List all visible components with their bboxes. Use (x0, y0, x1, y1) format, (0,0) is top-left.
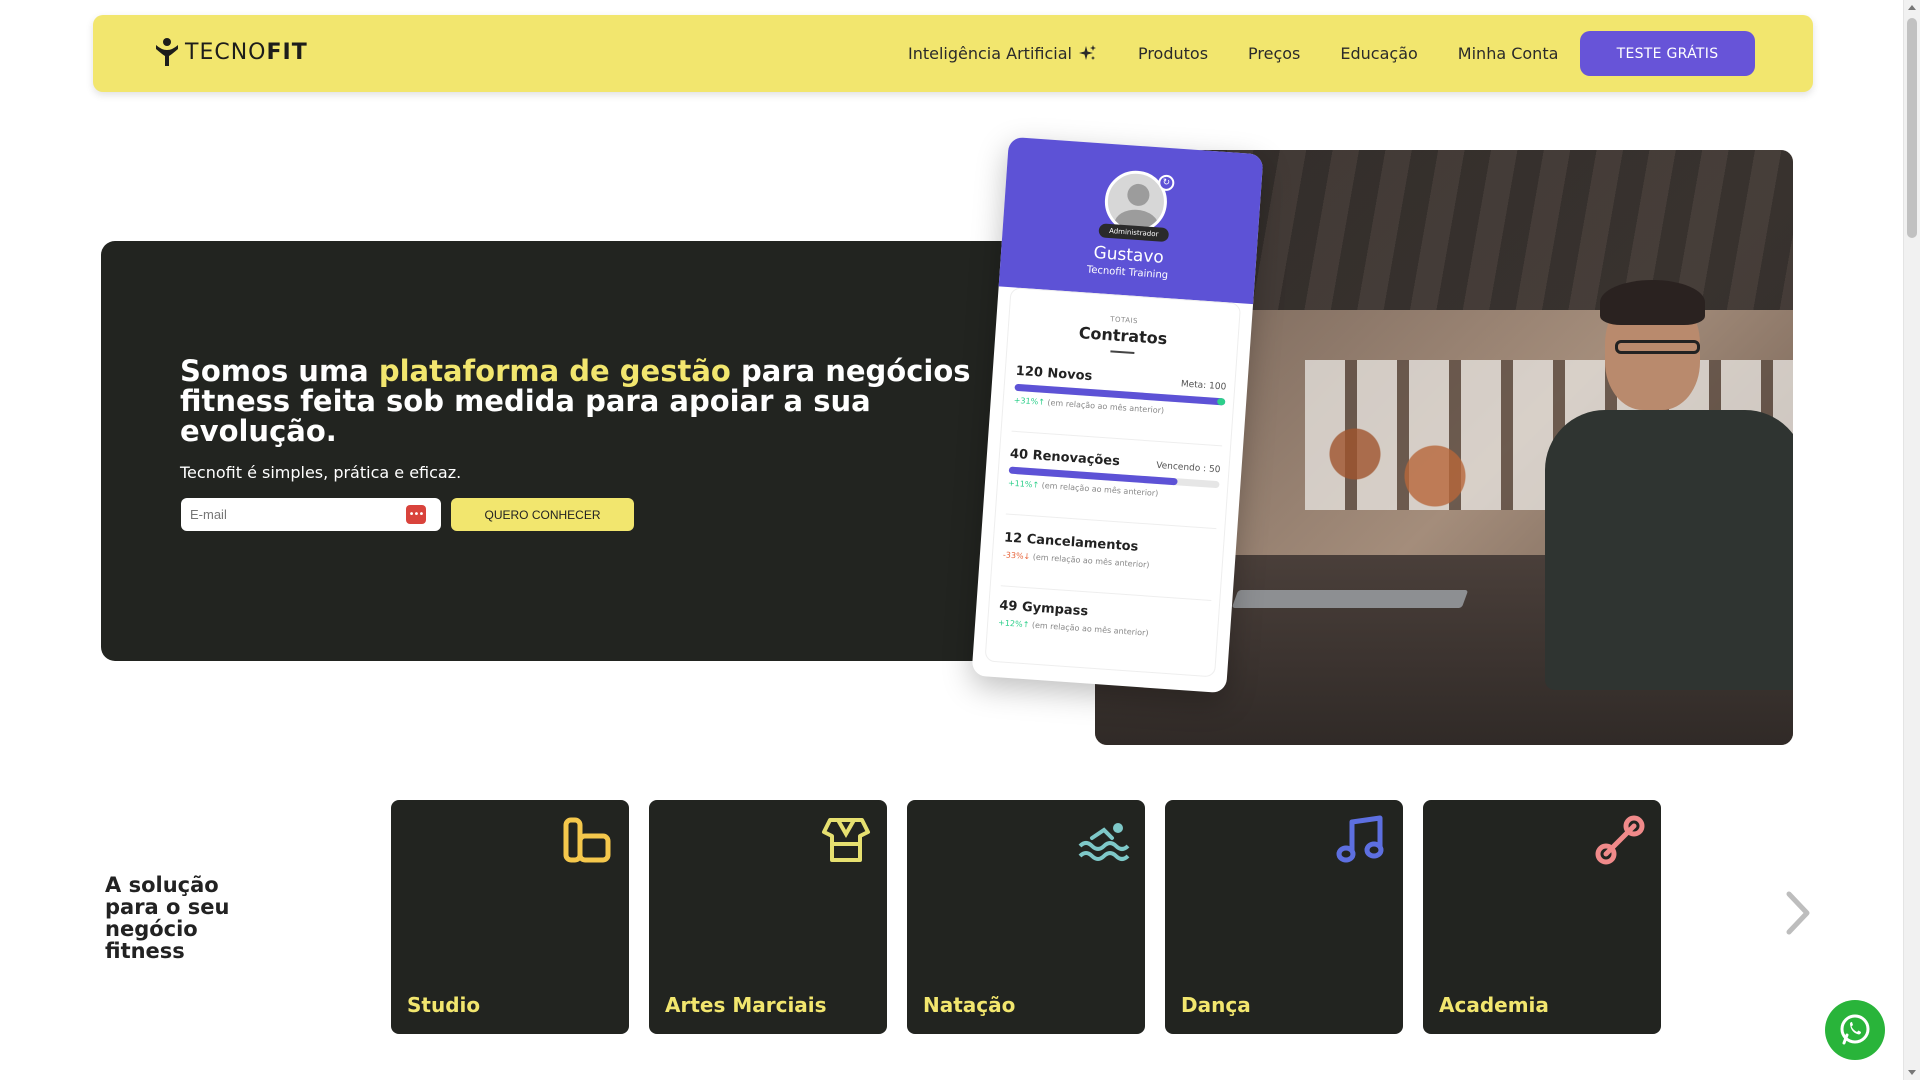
music-note-icon (1336, 815, 1384, 863)
chevron-right-icon[interactable] (1783, 890, 1813, 936)
stat-label: 49 Gympass (998, 598, 1089, 620)
stat-change: +12%↑ (997, 618, 1030, 630)
stat-meta: Vencendo : 50 (1155, 460, 1221, 476)
hero-title-highlight: plataforma de gestão (378, 354, 731, 388)
stat-note: (em relação ao mês anterior) (1041, 480, 1159, 499)
card-artes-marciais[interactable]: Artes Marciais (649, 800, 887, 1034)
swimming-icon (1078, 823, 1130, 861)
nav-item-label: Inteligência Artificial (908, 44, 1072, 63)
stat-meta: Meta: 100 (1180, 379, 1227, 393)
solutions-title: A solução para o seu negócio fitness (105, 873, 230, 963)
logo-mark-icon (156, 38, 178, 66)
page-scrollbar[interactable] (1903, 0, 1920, 1080)
quero-conhecer-button[interactable]: QUERO CONHECER (451, 498, 634, 531)
nav-item-educacao[interactable]: Educação (1340, 44, 1417, 63)
whatsapp-button[interactable] (1825, 1000, 1885, 1060)
sparkle-icon (1078, 44, 1096, 60)
email-input[interactable] (190, 507, 390, 522)
card-label: Dança (1181, 993, 1251, 1017)
top-navbar: TECNOFIT Inteligência Artificial Produto… (93, 15, 1813, 92)
card-label: Studio (407, 993, 481, 1017)
stat-change: +11%↑ (1007, 478, 1040, 490)
nav-item-inteligencia-artificial[interactable]: Inteligência Artificial (908, 44, 1098, 64)
stat-note: (em relação ao mês anterior) (1032, 552, 1150, 570)
hero-subtitle: Tecnofit é simples, prática e eficaz. (180, 463, 462, 482)
stat-label: 120 Novos (1015, 363, 1093, 385)
dumbbell-icon (1595, 815, 1645, 865)
free-trial-button[interactable]: TESTE GRÁTIS (1580, 31, 1755, 76)
main-nav: Inteligência Artificial Produtos Preços … (908, 15, 1598, 92)
hero-panel (101, 241, 1101, 661)
password-manager-icon[interactable]: ••• (406, 505, 426, 524)
tecnofit-logo[interactable]: TECNOFIT (153, 37, 308, 67)
martial-arts-icon (822, 818, 870, 862)
email-field[interactable]: ••• (181, 498, 441, 531)
studio-icon (563, 817, 611, 863)
stat-novos: 120 Novos Meta: 100 +31%↑ (em relação ao… (1011, 363, 1227, 447)
stat-label: 40 Renovações (1009, 446, 1121, 470)
card-danca[interactable]: Dança (1165, 800, 1403, 1034)
whatsapp-icon (1840, 1014, 1870, 1045)
stat-note: (em relação ao mês anterior) (1031, 620, 1149, 638)
nav-item-minha-conta[interactable]: Minha Conta (1458, 44, 1559, 63)
scrollbar-thumb[interactable] (1907, 18, 1917, 238)
card-label: Natação (923, 993, 1016, 1017)
card-label: Artes Marciais (665, 993, 827, 1017)
card-label: Academia (1439, 993, 1549, 1017)
dashboard-phone-card: ↻ Administrador Gustavo Tecnofit Trainin… (971, 136, 1264, 694)
card-academia[interactable]: Academia (1423, 800, 1661, 1034)
logo-text: TECNOFIT (185, 39, 308, 65)
stat-note: (em relação ao mês anterior) (1047, 398, 1165, 416)
stat-cancelamentos: 12 Cancelamentos -33%↓ (em relação ao mê… (1000, 530, 1216, 601)
stat-gympass: 49 Gympass +12%↑ (em relação ao mês ante… (996, 598, 1210, 663)
card-natacao[interactable]: Natação (907, 800, 1145, 1034)
card-studio[interactable]: Studio (391, 800, 629, 1034)
stat-change: -33%↓ (1002, 550, 1031, 562)
contracts-panel: TOTAIS Contratos 120 Novos Meta: 100 +31… (984, 287, 1242, 678)
hero-title: Somos uma plataforma de gestão para negó… (180, 354, 971, 448)
stat-renovacoes: 40 Renovações Vencendo : 50 +11%↑ (em re… (1005, 446, 1222, 530)
nav-item-produtos[interactable]: Produtos (1138, 44, 1208, 63)
solutions-carousel: Studio Artes Marciais Natação Dança Acad… (391, 800, 1681, 1034)
page: TECNOFIT Inteligência Artificial Produto… (0, 0, 1920, 1080)
nav-item-precos[interactable]: Preços (1248, 44, 1300, 63)
stat-change: +31%↑ (1013, 395, 1046, 407)
